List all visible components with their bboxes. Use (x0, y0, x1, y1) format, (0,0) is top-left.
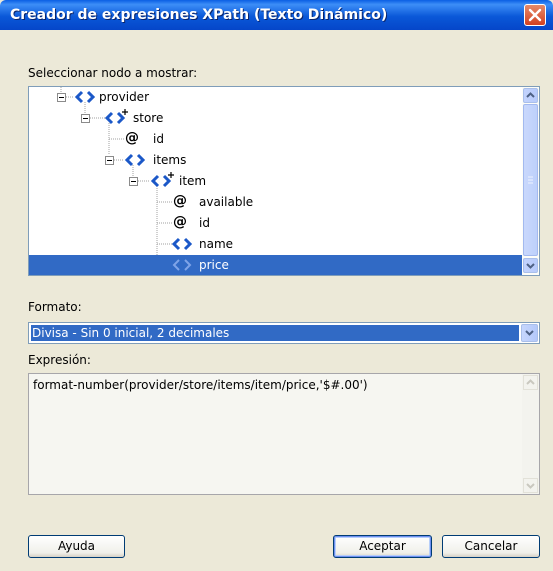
expression-scrollbar (522, 374, 539, 494)
scroll-thumb[interactable] (523, 104, 538, 256)
xpath-builder-dialog: Creador de expresiones XPath (Texto Diná… (0, 0, 553, 571)
chevron-up-icon (526, 92, 535, 98)
attribute-icon: @ (125, 130, 139, 146)
tree-scrollbar[interactable] (522, 87, 539, 275)
tree-node-label: store (133, 111, 164, 125)
tree-label: Seleccionar nodo a mostrar: (28, 66, 198, 80)
scroll-down-button (523, 478, 538, 493)
tree-node-name[interactable]: name (29, 234, 523, 255)
chevron-down-icon (526, 263, 535, 269)
tree-node-items[interactable]: items (29, 150, 523, 171)
chevron-up-icon (526, 379, 535, 385)
tree-node-store[interactable]: store (29, 108, 523, 129)
element-node-icon (172, 259, 192, 271)
collapse-toggle[interactable] (129, 177, 138, 186)
format-label: Formato: (28, 300, 82, 314)
cancel-button[interactable]: Cancelar (442, 535, 540, 558)
title-bar[interactable]: Creador de expresiones XPath (Texto Diná… (0, 0, 553, 30)
element-node-icon (125, 153, 145, 167)
node-tree[interactable]: provider store @ id items item @ availab… (28, 86, 540, 276)
expression-label: Expresión: (28, 353, 91, 367)
tree-node-label: item (179, 174, 207, 188)
close-icon (528, 8, 542, 22)
tree-node-provider[interactable]: provider (29, 87, 523, 108)
repeating-element-icon (151, 172, 174, 188)
scroll-up-button (523, 375, 538, 390)
attribute-icon: @ (173, 214, 187, 230)
ok-button[interactable]: Aceptar (333, 535, 432, 558)
expression-text: format-number(provider/store/items/item/… (33, 378, 368, 392)
element-node-icon (172, 237, 192, 251)
format-dropdown-button[interactable] (521, 324, 538, 342)
collapse-toggle[interactable] (105, 156, 114, 165)
chevron-down-icon (525, 330, 534, 336)
expression-textarea[interactable]: format-number(provider/store/items/item/… (28, 373, 540, 495)
tree-node-id[interactable]: @ id (29, 213, 523, 234)
tree-node-label: id (199, 216, 210, 230)
format-select[interactable]: Divisa - Sin 0 inicial, 2 decimales (28, 322, 540, 344)
attribute-icon: @ (173, 193, 187, 209)
tree-node-item[interactable]: item (29, 171, 523, 192)
window-title: Creador de expresiones XPath (Texto Diná… (10, 7, 388, 23)
chevron-down-icon (526, 483, 535, 489)
tree-node-label: provider (99, 90, 149, 104)
tree-node-price[interactable]: price (29, 255, 523, 275)
tree-node-id[interactable]: @ id (29, 129, 523, 150)
grip-icon (528, 176, 533, 184)
tree-node-label: items (153, 153, 187, 167)
collapse-toggle[interactable] (81, 114, 90, 123)
scroll-down-button[interactable] (523, 258, 538, 273)
tree-node-available[interactable]: @ available (29, 192, 523, 213)
element-node-icon (75, 90, 95, 104)
format-selected-value: Divisa - Sin 0 inicial, 2 decimales (31, 325, 519, 341)
collapse-toggle[interactable] (57, 93, 66, 102)
scroll-up-button[interactable] (523, 88, 538, 103)
repeating-element-icon (105, 109, 128, 125)
close-button[interactable] (524, 4, 546, 26)
help-button[interactable]: Ayuda (28, 535, 125, 558)
tree-node-label: price (199, 258, 229, 272)
tree-node-label: id (153, 132, 164, 146)
tree-node-label: name (199, 237, 234, 251)
tree-node-label: available (199, 195, 254, 209)
